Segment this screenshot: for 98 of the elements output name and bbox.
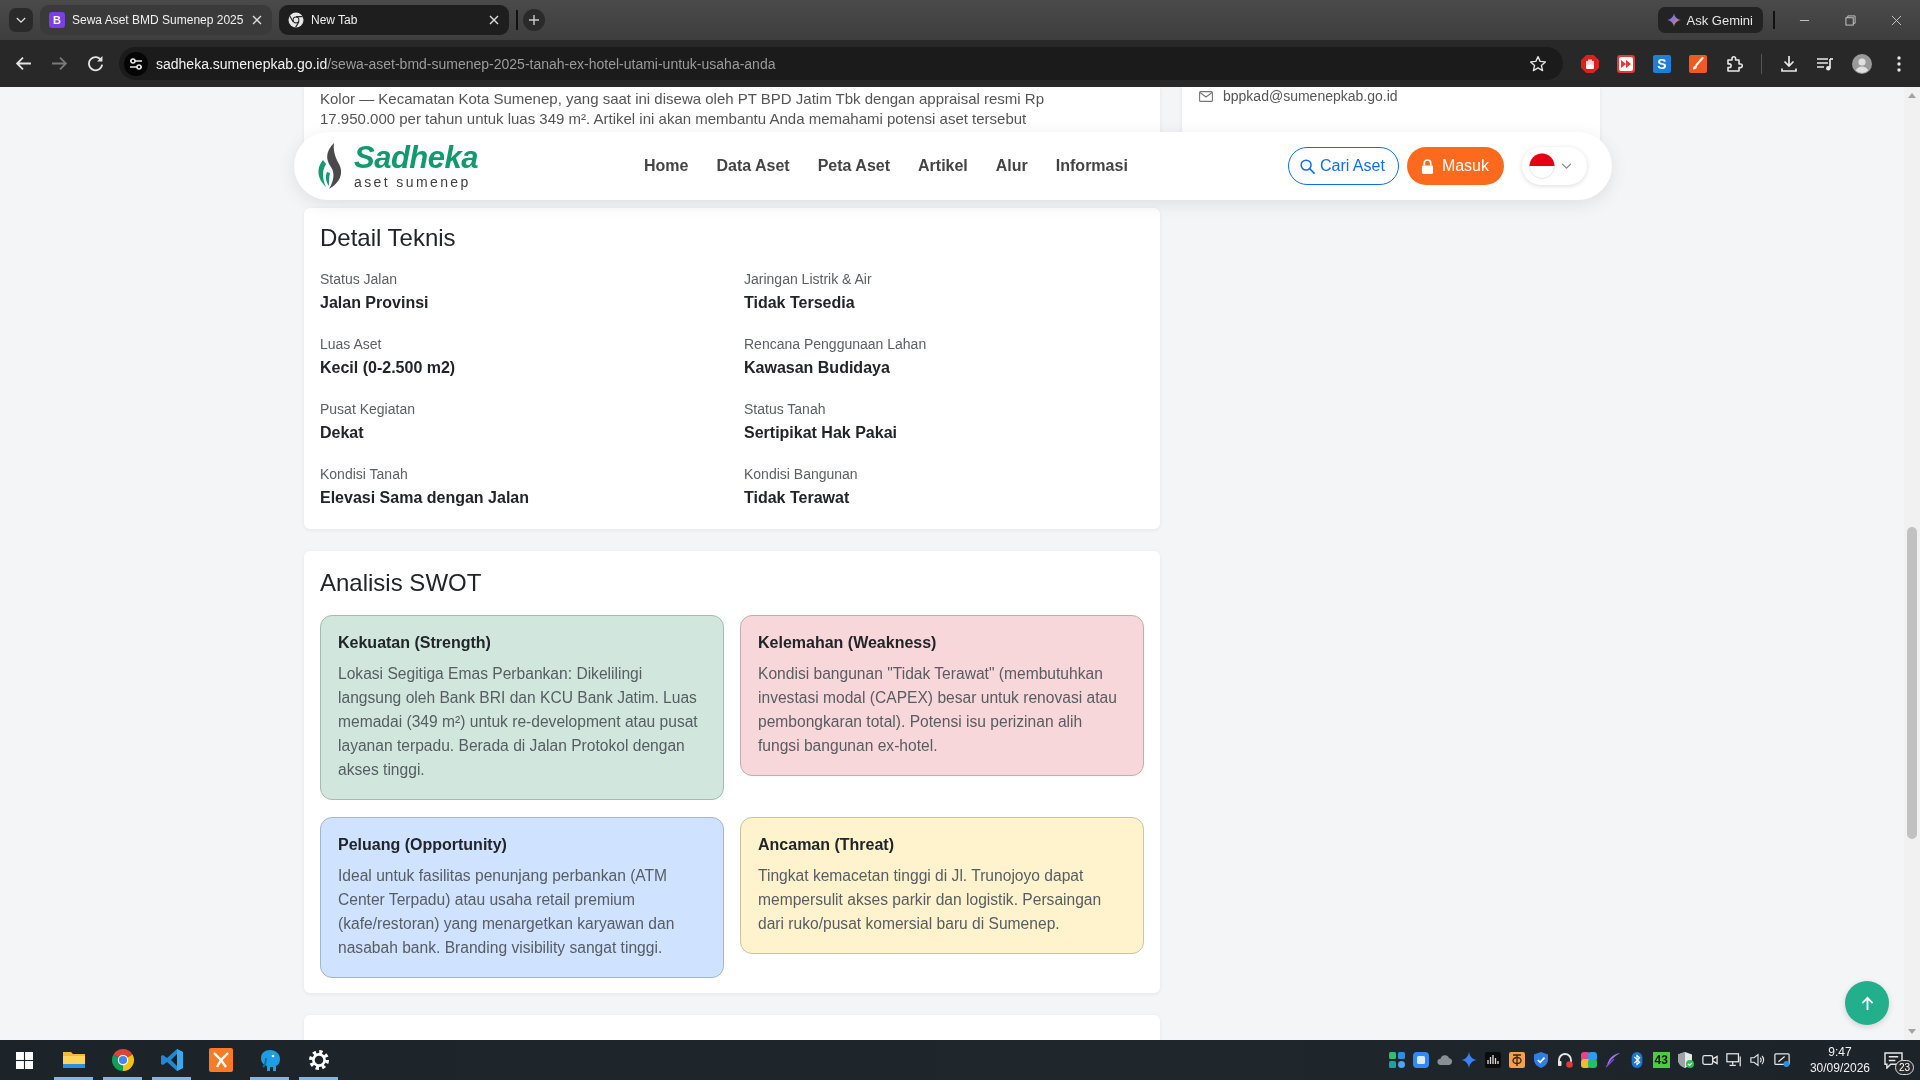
clock-time[interactable]: 9:47 bbox=[1828, 1044, 1852, 1060]
headset-icon[interactable] bbox=[1556, 1052, 1573, 1068]
search-button[interactable]: Cari Aset bbox=[1287, 147, 1399, 185]
nav-link[interactable]: Peta Aset bbox=[803, 155, 904, 177]
app-tile-icon bbox=[208, 1048, 233, 1072]
ask-gemini-button[interactable]: Ask Gemini bbox=[1657, 7, 1763, 33]
chevron-down-icon bbox=[16, 16, 26, 24]
volume-icon[interactable] bbox=[1749, 1052, 1766, 1068]
flag-icon bbox=[1529, 153, 1555, 179]
clock-date[interactable]: 30/09/2026 bbox=[1809, 1060, 1870, 1076]
close-icon[interactable] bbox=[252, 15, 262, 25]
browser-tab[interactable]: New Tab bbox=[279, 5, 509, 35]
section-title: Analisis SWOT bbox=[320, 568, 482, 598]
swot-box-title: Kekuatan (Strength) bbox=[338, 633, 491, 653]
paint-brush-icon[interactable] bbox=[1689, 54, 1707, 73]
intro-paragraph: Kolor — Kecamatan Kota Sumenep, yang saat ini disewa oleh PT BPD Jatim Tbk dengan appraisal resmi Rp 17.950.000 per tahun untuk luas 349 m². Artikel ini akan membantu Anda memahami potensi aset tersebut bbox=[320, 89, 1044, 129]
tray-counter[interactable]: 43 bbox=[1652, 1052, 1670, 1068]
nav-link[interactable]: Informasi bbox=[1041, 155, 1142, 177]
back-icon[interactable] bbox=[15, 55, 32, 72]
shield-icon[interactable] bbox=[1532, 1052, 1549, 1068]
section-title: Detail Teknis bbox=[320, 223, 456, 253]
swot-box-title: Peluang (Opportunity) bbox=[338, 835, 507, 855]
logo-tagline: aset sumenep bbox=[354, 174, 471, 190]
nav-link[interactable]: Home bbox=[630, 155, 703, 177]
browser-logo-icon bbox=[110, 1048, 135, 1072]
swot-box-title: Ancaman (Threat) bbox=[758, 835, 895, 855]
site-info-icon[interactable] bbox=[124, 51, 148, 76]
url-text[interactable]: sadheka.sumenepkab.go.id/sewa-aset-bmd-sumenep-2025-tanah-ex-hotel-utami-untuk-usaha-anda bbox=[156, 55, 776, 72]
sparkle-icon bbox=[1666, 13, 1681, 27]
nav-link[interactable]: Alur bbox=[981, 155, 1042, 177]
swot-box-title: Kelemahan (Weakness) bbox=[758, 633, 937, 653]
field-label: Luas Aset bbox=[320, 335, 382, 353]
field-value: Sertipikat Hak Pakai bbox=[744, 423, 897, 443]
reload-icon[interactable] bbox=[87, 55, 104, 72]
audio-bars-icon[interactable] bbox=[1484, 1052, 1501, 1068]
shield-check-icon[interactable] bbox=[1677, 1052, 1694, 1068]
close-icon[interactable] bbox=[489, 15, 499, 25]
sparkle-icon[interactable] bbox=[1460, 1052, 1477, 1068]
cloud-icon[interactable] bbox=[1436, 1052, 1453, 1068]
favicon-icon: B bbox=[49, 12, 65, 28]
plus-icon bbox=[529, 15, 539, 25]
puzzle-icon[interactable] bbox=[1725, 54, 1743, 73]
chevron-down-icon bbox=[1561, 162, 1572, 170]
nav-link[interactable]: Artikel bbox=[904, 155, 982, 177]
field-label: Status Jalan bbox=[320, 270, 398, 288]
app-square-icon[interactable] bbox=[1412, 1052, 1429, 1068]
widgets-icon[interactable] bbox=[1388, 1052, 1405, 1068]
browser-tab[interactable]: B Sewa Aset BMD Sumenep 2025 bbox=[40, 5, 272, 35]
field-label: Rencana Penggunaan Lahan bbox=[744, 335, 927, 353]
field-value: Jalan Provinsi bbox=[320, 293, 429, 313]
phi-tile-icon[interactable] bbox=[1508, 1052, 1525, 1068]
notification-badge: 23 bbox=[1894, 1060, 1914, 1075]
bookmark-star-icon[interactable] bbox=[1529, 54, 1547, 73]
code-logo-icon bbox=[159, 1048, 184, 1072]
swot-box-text: Kondisi bangunan "Tidak Terawat" (membutuhkan investasi modal (CAPEX) besar untuk renovasi atau pembongkaran total). Potensi isu perizinan alih fungsi bangunan ex-hotel. bbox=[758, 664, 1118, 756]
swot-box-text: Ideal untuk fasilitas penunjang perbankan (ATM Center Terpadu) atau usaha retail premium (kafe/restoran) yang menargetkan karyawan dan nasabah bank. Branding visibility sangat tinggi. bbox=[338, 866, 676, 958]
envelope-icon bbox=[1199, 91, 1213, 102]
search-icon bbox=[1299, 158, 1315, 174]
settings-icon bbox=[306, 1048, 331, 1072]
scrollbar-thumb[interactable] bbox=[1907, 527, 1917, 839]
stop-hand-icon[interactable] bbox=[1581, 54, 1599, 73]
download-icon[interactable] bbox=[1780, 54, 1798, 73]
feather-icon[interactable] bbox=[1604, 1052, 1621, 1068]
field-label: Pusat Kegiatan bbox=[320, 400, 415, 418]
more-options-icon[interactable] bbox=[1897, 55, 1901, 72]
field-label: Jaringan Listrik & Air bbox=[744, 270, 872, 288]
letter-tile-icon[interactable]: S bbox=[1653, 54, 1671, 73]
address-bar[interactable]: sadheka.sumenepkab.go.id/sewa-aset-bmd-sumenep-2025-tanah-ex-hotel-utami-untuk-usaha-anda bbox=[119, 47, 1563, 80]
color-blob-icon[interactable] bbox=[1580, 1052, 1597, 1068]
camera-icon[interactable] bbox=[1701, 1052, 1718, 1068]
browser-logo-icon bbox=[288, 12, 304, 28]
field-label: Kondisi Bangunan bbox=[744, 465, 858, 483]
language-dropdown[interactable] bbox=[1522, 147, 1587, 185]
field-value: Dekat bbox=[320, 423, 364, 443]
nav-link[interactable]: Data Aset bbox=[702, 155, 804, 177]
field-label: Kondisi Tanah bbox=[320, 465, 408, 483]
start-icon[interactable] bbox=[16, 1051, 33, 1069]
field-value: Tidak Terawat bbox=[744, 488, 850, 508]
avatar-icon[interactable] bbox=[1852, 53, 1872, 74]
fast-forward-icon[interactable] bbox=[1617, 54, 1635, 73]
close-window-icon[interactable] bbox=[1891, 14, 1902, 26]
tab-search-button[interactable] bbox=[9, 8, 33, 32]
restore-icon[interactable] bbox=[1845, 14, 1856, 26]
contact-email[interactable]: bppkad@sumenepkab.go.id bbox=[1223, 87, 1398, 105]
logo-wordmark[interactable]: Sadheka bbox=[354, 142, 478, 174]
swot-box-text: Tingkat kemacetan tinggi di Jl. Trunojoyo dapat mempersulit akses parkir dan logistik. Persaingan dari ruko/pusat komersial baru di Sumenep. bbox=[758, 866, 1103, 934]
arrow-up-icon bbox=[1860, 995, 1874, 1011]
field-value: Tidak Tersedia bbox=[744, 293, 855, 313]
field-value: Kecil (0-2.500 m2) bbox=[320, 358, 456, 378]
scrollbar[interactable] bbox=[1904, 87, 1920, 1040]
new-tab-button[interactable] bbox=[523, 9, 545, 31]
field-value: Kawasan Budidaya bbox=[744, 358, 890, 378]
field-label: Status Tanah bbox=[744, 400, 826, 418]
swot-box-text: Lokasi Segitiga Emas Perbankan: Dikelilingi langsung oleh Bank BRI dan KCU Bank Jatim. Luas memadai (349 m²) untuk re-development atau pusat layanan terpadu. Berada di Jalan Protokol dengan akses tinggi. bbox=[338, 664, 699, 780]
field-value: Elevasi Sama dengan Jalan bbox=[320, 488, 529, 508]
pen-display-icon[interactable] bbox=[1773, 1052, 1790, 1068]
network-icon[interactable] bbox=[1725, 1052, 1742, 1068]
lock-icon bbox=[1420, 158, 1434, 174]
